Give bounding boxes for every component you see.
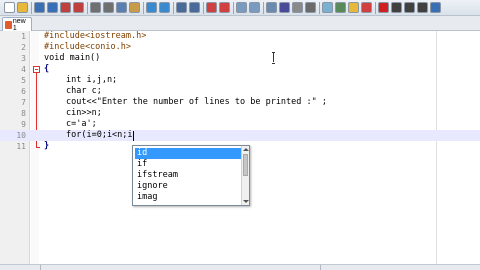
sync-h-icon[interactable] bbox=[249, 2, 260, 13]
tab-label: new 1 bbox=[12, 17, 26, 32]
file-modified-icon bbox=[5, 20, 12, 29]
doc-map-icon[interactable] bbox=[322, 2, 333, 13]
tab-new-1[interactable]: new 1 bbox=[2, 17, 32, 32]
code-line: 8 cin>>n; bbox=[0, 108, 480, 119]
status-divider bbox=[40, 265, 41, 270]
save-all-icon[interactable] bbox=[47, 2, 58, 13]
zoom-in-icon[interactable] bbox=[206, 2, 217, 13]
replace-icon[interactable] bbox=[189, 2, 200, 13]
new-file-icon[interactable] bbox=[4, 2, 15, 13]
toolbar-separator bbox=[375, 2, 376, 14]
stop-macro-icon[interactable] bbox=[391, 2, 402, 13]
save-macro-icon[interactable] bbox=[430, 2, 441, 13]
code-text: int i,j,n; bbox=[66, 75, 118, 85]
code-line: 7 cout<<"Enter the number of lines to be… bbox=[0, 97, 480, 108]
status-bar bbox=[0, 264, 480, 270]
toolbar bbox=[0, 0, 480, 16]
line-number: 4 bbox=[21, 65, 26, 74]
udl-icon[interactable] bbox=[305, 2, 316, 13]
line-number: 1 bbox=[21, 32, 26, 41]
code-text: { bbox=[44, 64, 50, 74]
autocomplete-item[interactable]: id bbox=[135, 148, 241, 159]
toolbar-separator bbox=[31, 2, 32, 14]
text-caret bbox=[133, 131, 134, 141]
scroll-thumb[interactable] bbox=[243, 154, 248, 176]
find-icon[interactable] bbox=[176, 2, 187, 13]
code-text: cin>>n; bbox=[66, 108, 102, 118]
save-icon[interactable] bbox=[34, 2, 45, 13]
line-number: 10 bbox=[16, 131, 26, 140]
line-number: 8 bbox=[21, 109, 26, 118]
code-text: cout<<"Enter the number of lines to be p… bbox=[66, 97, 327, 107]
line-number: 2 bbox=[21, 43, 26, 52]
toolbar-separator bbox=[143, 2, 144, 14]
code-line: 4 { bbox=[0, 64, 480, 75]
indent-guide-icon[interactable] bbox=[292, 2, 303, 13]
line-number: 11 bbox=[16, 142, 26, 151]
line-number: 3 bbox=[21, 54, 26, 63]
toolbar-separator bbox=[87, 2, 88, 14]
line-number: 9 bbox=[21, 120, 26, 129]
folder-workspace-icon[interactable] bbox=[348, 2, 359, 13]
close-icon[interactable] bbox=[60, 2, 71, 13]
scroll-up-icon[interactable] bbox=[243, 148, 249, 151]
code-text: #include<conio.h> bbox=[44, 42, 131, 52]
toolbar-separator bbox=[263, 2, 264, 14]
autocomplete-popup[interactable]: id if ifstream ignore imag bbox=[132, 145, 250, 206]
print-icon[interactable] bbox=[90, 2, 101, 13]
code-text: for(i=0;i<n;i bbox=[66, 130, 133, 140]
code-text: void main() bbox=[44, 53, 101, 63]
cut-icon[interactable] bbox=[103, 2, 114, 13]
monitor-icon[interactable] bbox=[361, 2, 372, 13]
close-all-icon[interactable] bbox=[73, 2, 84, 13]
record-macro-icon[interactable] bbox=[378, 2, 389, 13]
code-text: char c; bbox=[66, 86, 102, 96]
code-line: 5 int i,j,n; bbox=[0, 75, 480, 86]
code-text: } bbox=[44, 141, 50, 151]
fold-collapse-icon[interactable] bbox=[33, 66, 40, 73]
autocomplete-item[interactable]: ifstream bbox=[135, 170, 241, 181]
sync-v-icon[interactable] bbox=[236, 2, 247, 13]
code-line: 9 c='a'; bbox=[0, 119, 480, 130]
line-number: 7 bbox=[21, 98, 26, 107]
zoom-out-icon[interactable] bbox=[219, 2, 230, 13]
function-list-icon[interactable] bbox=[335, 2, 346, 13]
run-macro-multiple-icon[interactable] bbox=[417, 2, 428, 13]
ibeam-cursor-icon bbox=[272, 52, 276, 64]
undo-icon[interactable] bbox=[146, 2, 157, 13]
autocomplete-item[interactable]: if bbox=[135, 159, 241, 170]
autocomplete-item[interactable]: ignore bbox=[135, 181, 241, 192]
autocomplete-item[interactable]: imag bbox=[135, 192, 241, 203]
toolbar-separator bbox=[203, 2, 204, 14]
code-line: 2 #include<conio.h> bbox=[0, 42, 480, 53]
code-line: 6 char c; bbox=[0, 86, 480, 97]
tab-bar: new 1 bbox=[0, 16, 480, 32]
scroll-down-icon[interactable] bbox=[243, 200, 249, 203]
show-all-icon[interactable] bbox=[279, 2, 290, 13]
toolbar-separator bbox=[173, 2, 174, 14]
paste-icon[interactable] bbox=[129, 2, 140, 13]
open-file-icon[interactable] bbox=[17, 2, 28, 13]
redo-icon[interactable] bbox=[159, 2, 170, 13]
code-line: 3 void main() bbox=[0, 53, 480, 64]
code-text: c='a'; bbox=[66, 119, 97, 129]
fold-end-marker bbox=[36, 147, 40, 148]
line-number: 5 bbox=[21, 76, 26, 85]
current-code-line: 10 for(i=0;i<n;i bbox=[0, 130, 480, 141]
wrap-icon[interactable] bbox=[266, 2, 277, 13]
code-line: 1 #include<iostream.h> bbox=[0, 31, 480, 42]
line-number: 6 bbox=[21, 87, 26, 96]
copy-icon[interactable] bbox=[116, 2, 127, 13]
play-macro-icon[interactable] bbox=[404, 2, 415, 13]
autocomplete-scrollbar[interactable] bbox=[241, 146, 249, 205]
toolbar-separator bbox=[233, 2, 234, 14]
code-text: #include<iostream.h> bbox=[44, 31, 147, 41]
toolbar-separator bbox=[319, 2, 320, 14]
status-divider bbox=[320, 265, 321, 270]
